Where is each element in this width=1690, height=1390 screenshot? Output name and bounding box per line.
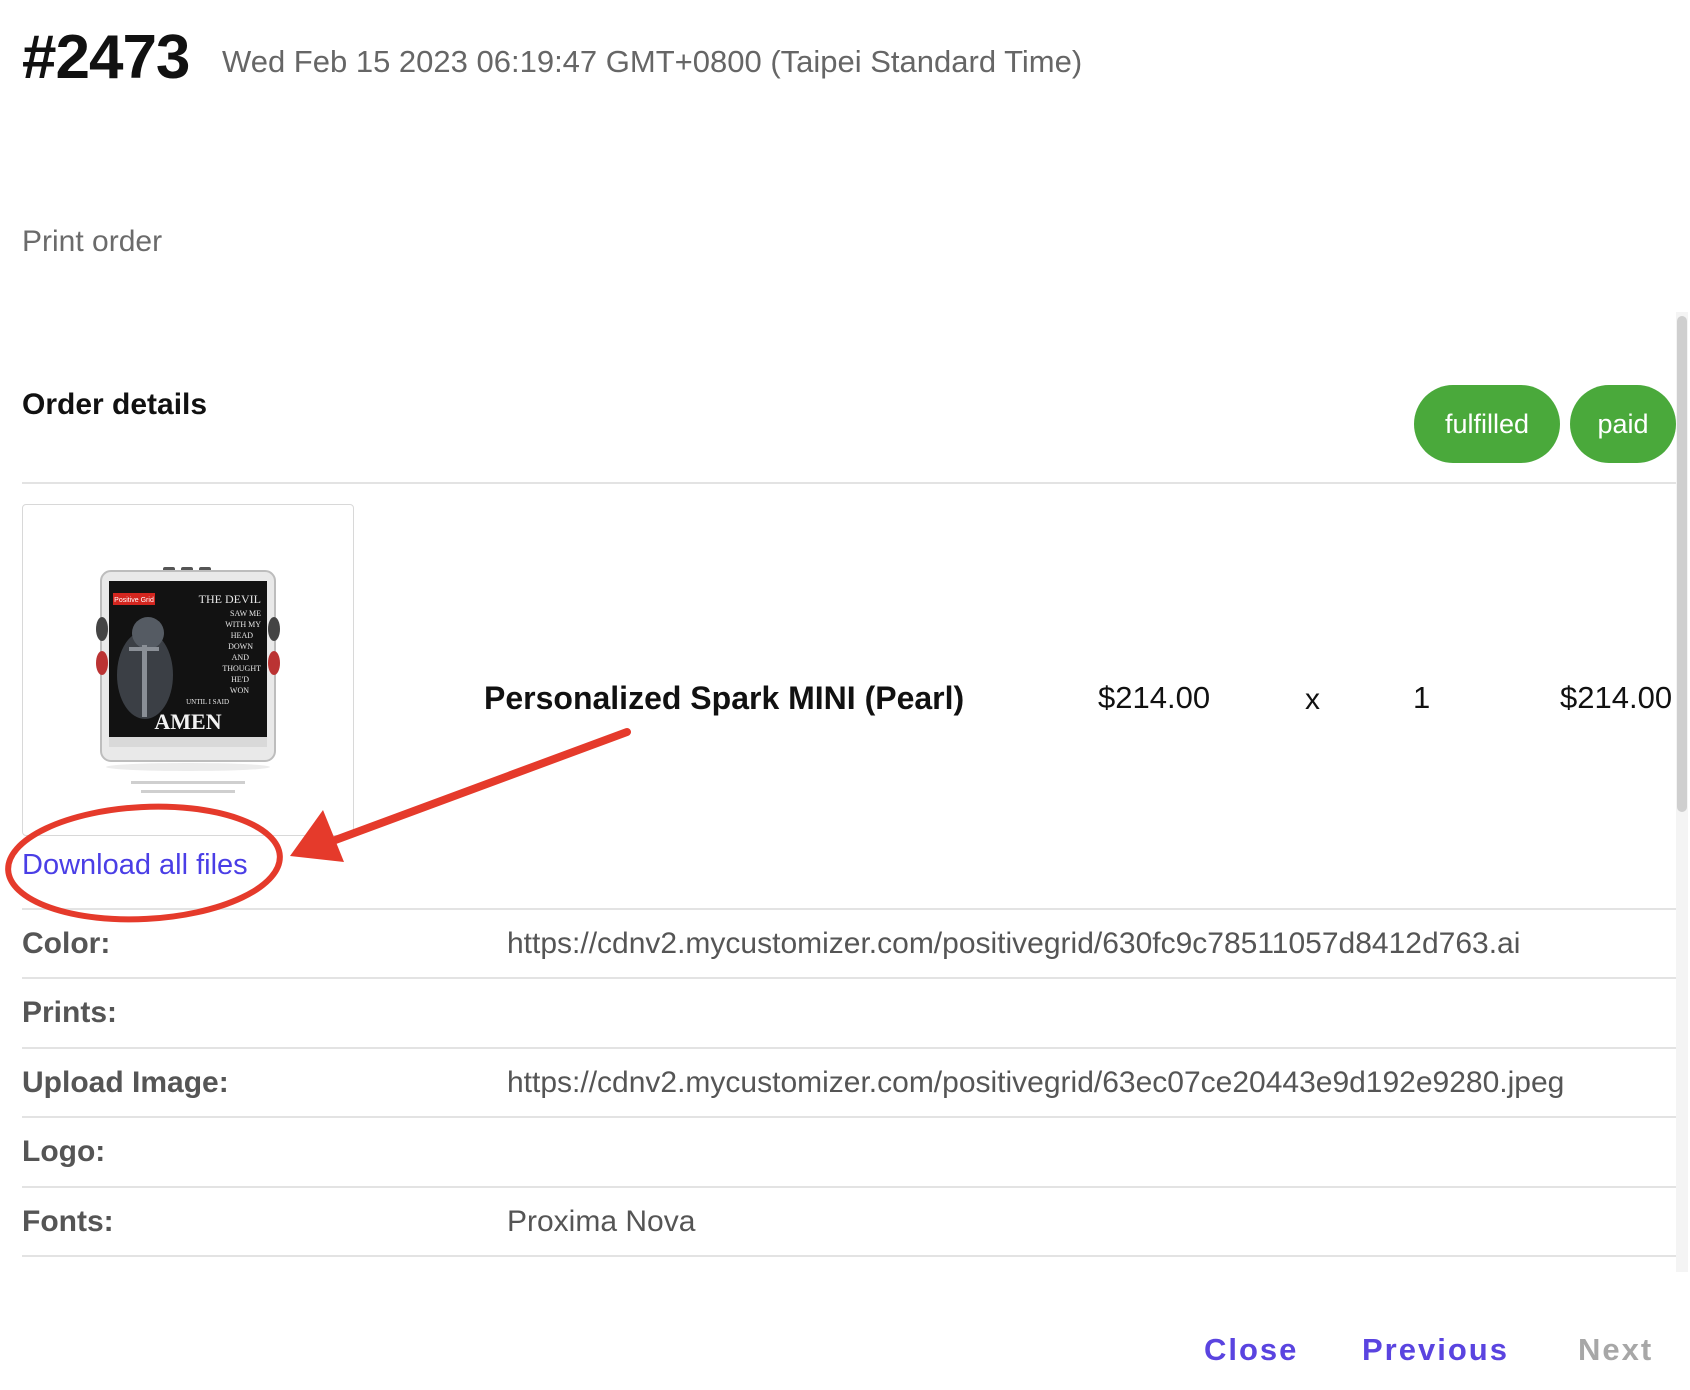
thumb-line: WITH MY (225, 620, 261, 629)
order-date: Wed Feb 15 2023 06:19:47 GMT+0800 (Taipe… (222, 44, 1083, 79)
order-number: #2473 (22, 23, 190, 92)
product-name: Personalized Spark MINI (Pearl) (484, 680, 965, 716)
attr-label-logo: Logo: (22, 1135, 106, 1168)
attr-value-upload-image: https://cdnv2.mycustomizer.com/positiveg… (507, 1066, 1565, 1099)
divider (22, 1255, 1676, 1257)
attr-label-prints: Prints: (22, 996, 118, 1029)
line-total: $214.00 (1560, 680, 1673, 715)
multiply-sign: x (1305, 683, 1320, 716)
attr-value-fonts: Proxima Nova (507, 1205, 696, 1238)
quantity: 1 (1413, 680, 1431, 715)
thumb-line: SAW ME (230, 609, 261, 618)
thumb-brand: Positive Grid (114, 597, 154, 604)
attr-label-fonts: Fonts: (22, 1205, 114, 1238)
thumb-line: HE'D (231, 675, 249, 684)
close-button[interactable]: Close (1204, 1330, 1298, 1370)
divider (22, 1047, 1676, 1049)
status-badge-paid: paid (1570, 385, 1676, 463)
download-all-files-link[interactable]: Download all files (22, 845, 248, 885)
product-thumbnail: Positive Grid THE DEVIL SAW ME WITH MY H… (22, 504, 354, 836)
next-button[interactable]: Next (1578, 1330, 1653, 1370)
thumb-line: THOUGHT (222, 664, 261, 673)
thumb-line: THE DEVIL (199, 592, 261, 606)
divider (22, 482, 1676, 484)
thumb-line: HEAD (231, 631, 253, 640)
thumb-big-word: AMEN (154, 709, 221, 734)
divider (22, 908, 1676, 910)
unit-price: $214.00 (1098, 680, 1211, 715)
divider (22, 1116, 1676, 1118)
order-details-heading: Order details (22, 388, 208, 421)
thumb-line: WON (230, 686, 249, 695)
thumb-line: AND (232, 653, 250, 662)
divider (22, 977, 1676, 979)
thumb-line: DOWN (228, 642, 253, 651)
annotation-arrow-shaft (326, 728, 631, 846)
product-image: Positive Grid THE DEVIL SAW ME WITH MY H… (96, 567, 280, 793)
previous-button[interactable]: Previous (1362, 1330, 1509, 1370)
attr-label-upload-image: Upload Image: (22, 1066, 229, 1099)
print-order-label: Print order (22, 225, 163, 258)
thumb-line: UNTIL I SAID (186, 698, 229, 706)
status-badge-fulfilled: fulfilled (1414, 385, 1560, 463)
attr-value-color: https://cdnv2.mycustomizer.com/positiveg… (507, 927, 1521, 960)
attr-label-color: Color: (22, 927, 111, 960)
scrollbar-thumb[interactable] (1677, 316, 1687, 812)
divider (22, 1186, 1676, 1188)
